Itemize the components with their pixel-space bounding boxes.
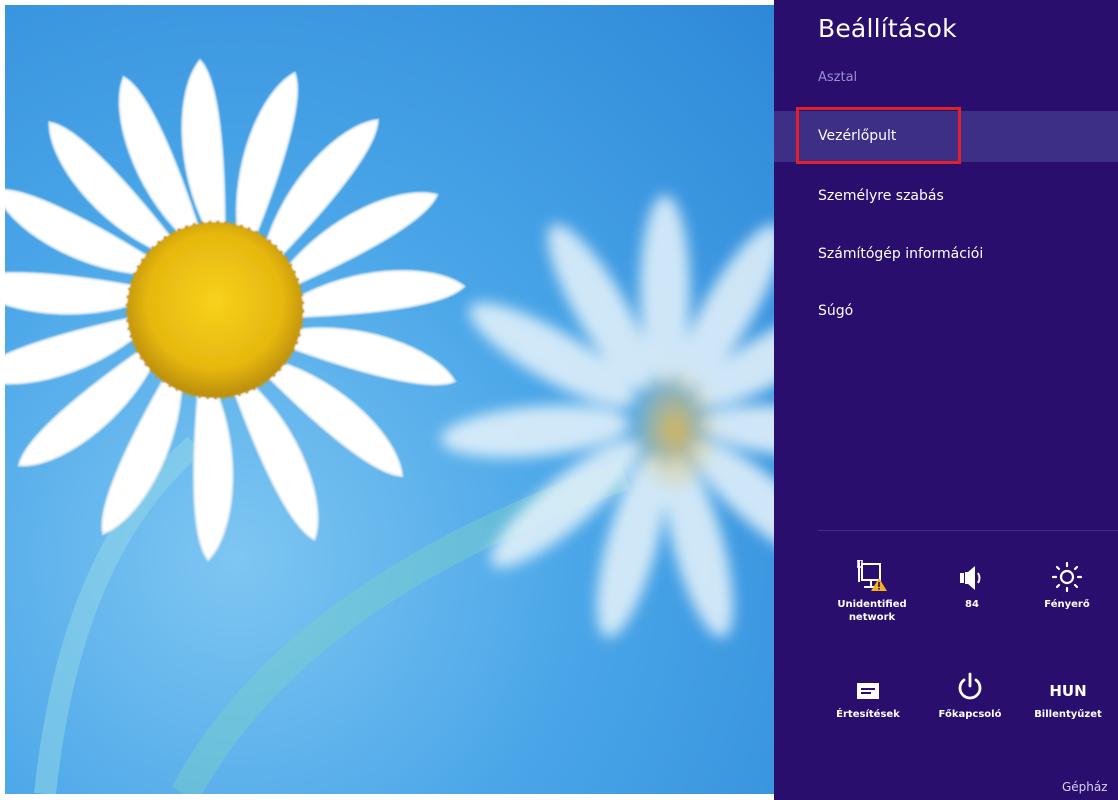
network-tile[interactable]: Unidentified network bbox=[822, 560, 922, 624]
desktop-wallpaper bbox=[5, 5, 774, 794]
keyboard-label: Billentyűzet bbox=[1034, 709, 1102, 720]
volume-tile[interactable]: 84 bbox=[922, 560, 1022, 611]
pc-settings-link[interactable]: Gépház bbox=[1062, 780, 1108, 794]
network-label: Unidentified network bbox=[837, 599, 907, 623]
power-icon bbox=[958, 672, 982, 700]
notifications-icon bbox=[857, 683, 879, 699]
brightness-tile[interactable]: Fényerő bbox=[1017, 560, 1117, 611]
quick-settings-divider bbox=[818, 530, 1118, 531]
menu-item-control-panel[interactable]: Vezérlőpult bbox=[774, 111, 1118, 162]
charm-subtitle-desktop: Asztal bbox=[818, 70, 858, 85]
menu-item-personalization[interactable]: Személyre szabás bbox=[774, 171, 1118, 222]
menu-item-label: Súgó bbox=[818, 303, 854, 319]
brightness-label: Fényerő bbox=[1044, 599, 1090, 610]
notifications-tile[interactable]: Értesítések bbox=[818, 670, 918, 721]
power-label: Főkapcsoló bbox=[938, 709, 1002, 720]
charm-title: Beállítások bbox=[818, 14, 957, 43]
power-tile[interactable]: Főkapcsoló bbox=[920, 670, 1020, 721]
menu-item-pc-info[interactable]: Számítógép információi bbox=[774, 229, 1118, 280]
speaker-icon bbox=[960, 566, 981, 590]
keyboard-tile[interactable]: HUN Billentyűzet bbox=[1018, 670, 1118, 721]
brightness-icon bbox=[1052, 562, 1082, 592]
menu-item-label: Számítógép információi bbox=[818, 246, 984, 262]
notifications-label: Értesítések bbox=[836, 709, 900, 720]
daisy-wallpaper-image bbox=[5, 58, 774, 794]
volume-level-label: 84 bbox=[965, 599, 979, 610]
keyboard-icon: HUN bbox=[1049, 682, 1087, 700]
network-warning-icon bbox=[857, 560, 887, 591]
menu-item-label: Vezérlőpult bbox=[818, 128, 897, 144]
settings-charm-panel: Beállítások Asztal Vezérlőpult Személyre… bbox=[774, 0, 1118, 800]
menu-item-help[interactable]: Súgó bbox=[774, 286, 1118, 337]
menu-item-label: Személyre szabás bbox=[818, 188, 944, 204]
